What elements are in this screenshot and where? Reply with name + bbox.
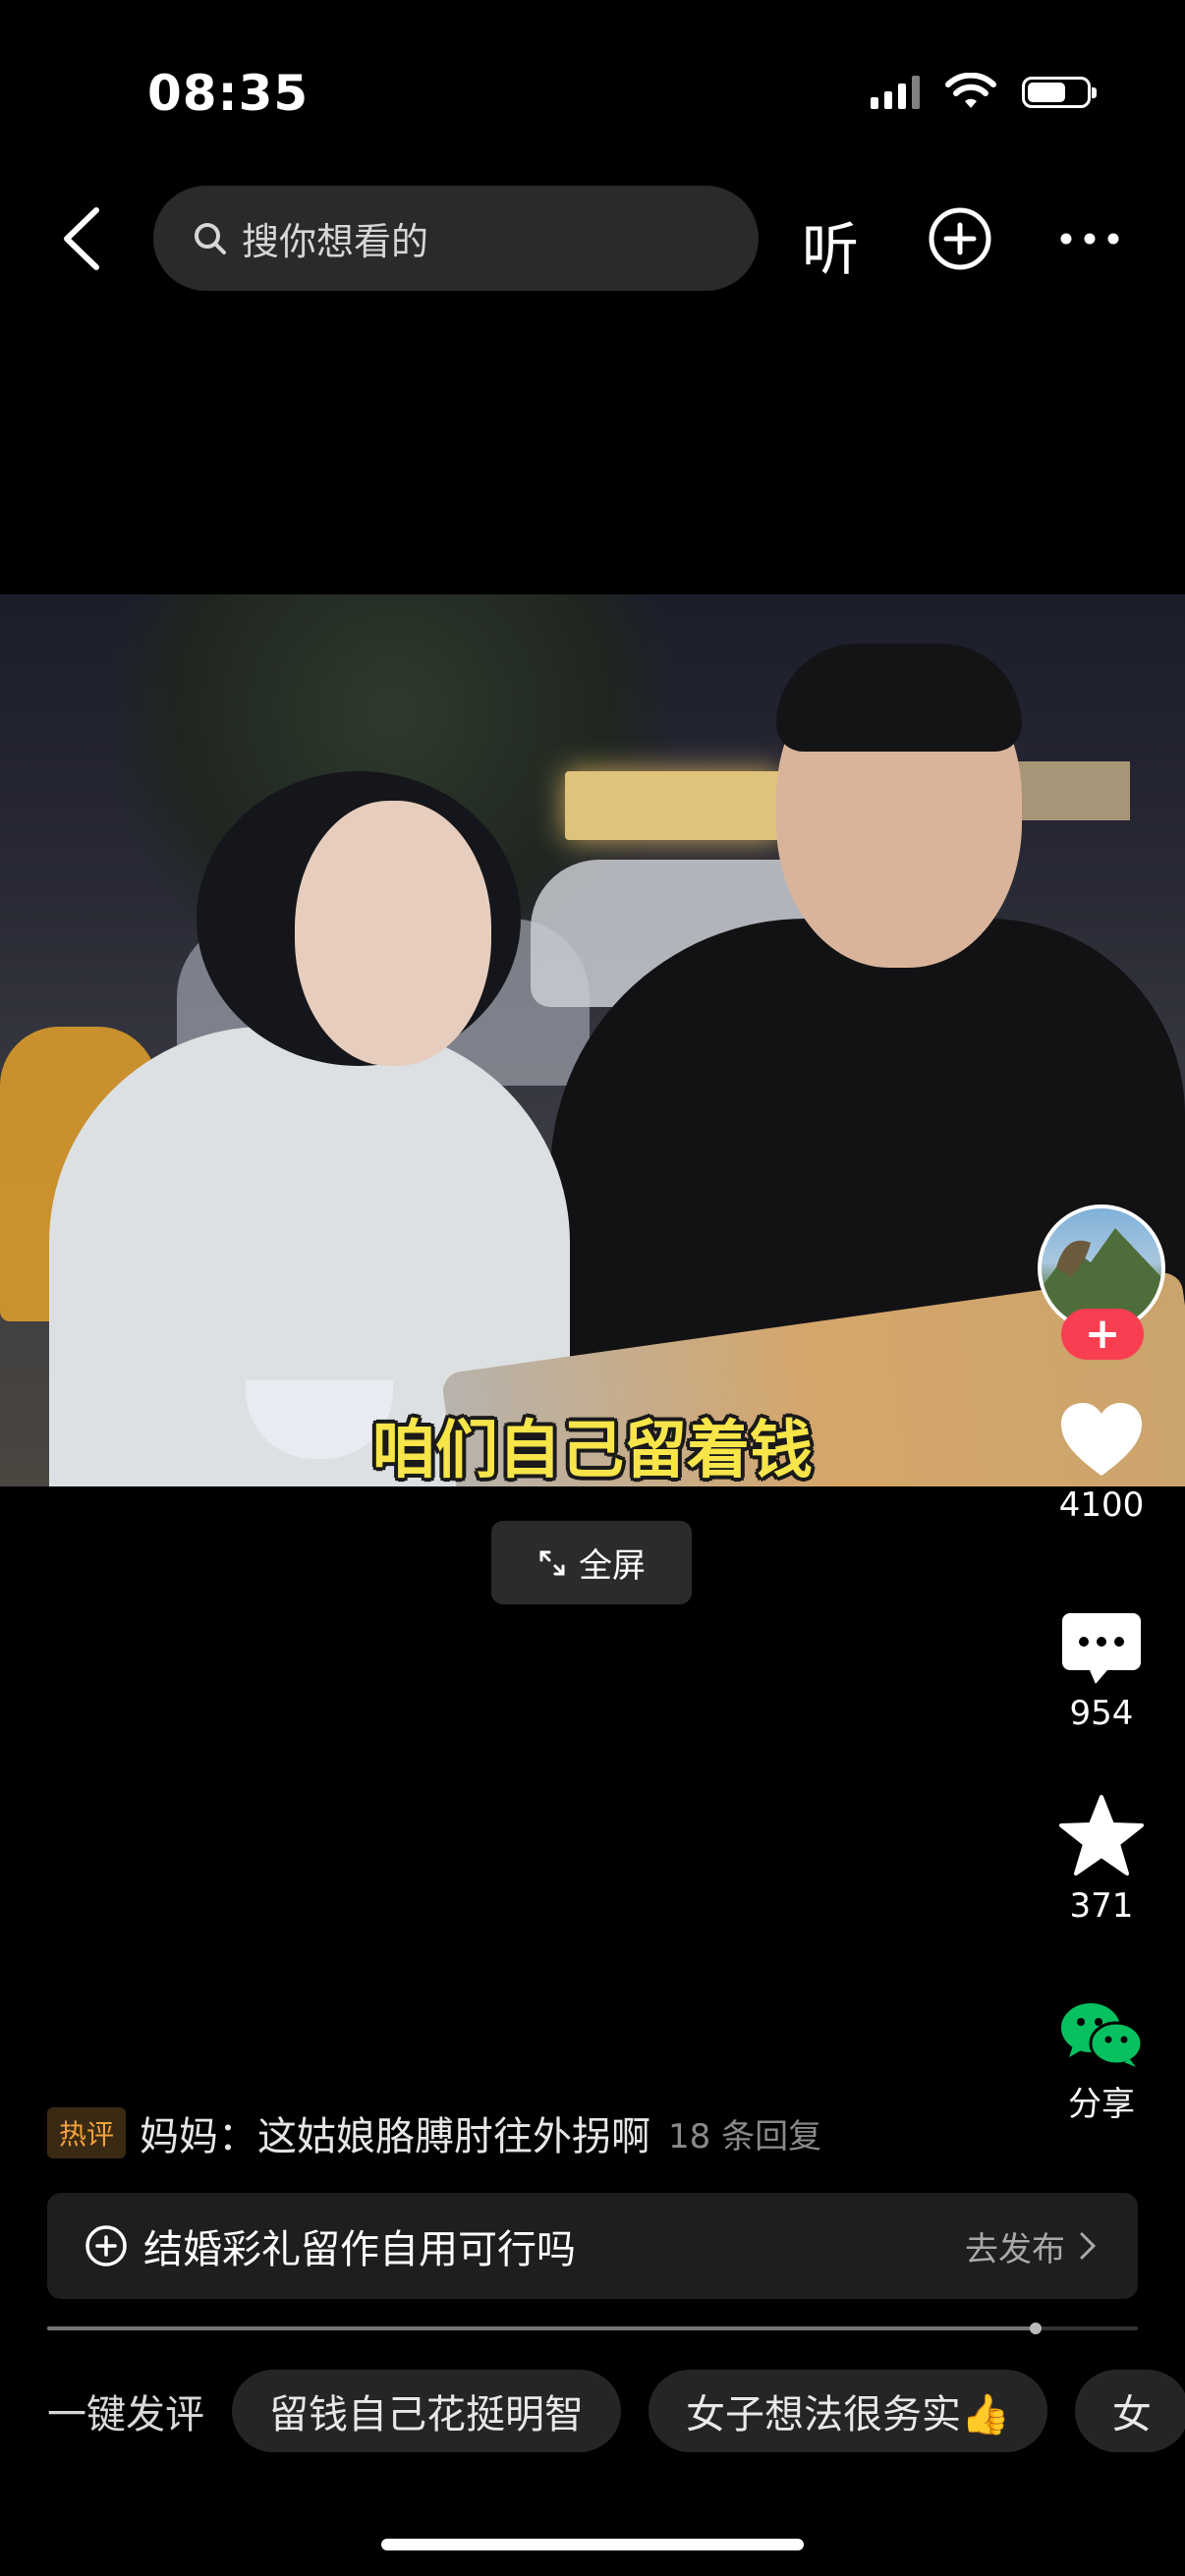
video-player[interactable]: 咱们自己留着钱 [0,594,1185,1486]
share-label: 分享 [1068,2085,1135,2124]
video-scene-sign [565,771,781,840]
quick-comment-row: 一键发评 留钱自己花挺明智 女子想法很务实👍 女 [47,2370,1185,2452]
add-topic-icon [85,2225,127,2267]
hot-comment-replies[interactable]: 18 条回复 [668,2109,821,2157]
video-progress-fill [47,2326,1036,2330]
favorite-action[interactable]: 371 [1028,1794,1175,1926]
fullscreen-button[interactable]: 全屏 [491,1521,692,1604]
quick-comment-label: 一键发评 [47,2392,204,2437]
heart-icon [1061,1403,1142,1476]
video-scene-woman-face [295,801,491,1066]
fullscreen-label: 全屏 [579,1546,646,1586]
video-subtitle: 咱们自己留着钱 [372,1415,813,1486]
wechat-icon [1061,2003,1144,2067]
battery-icon [1022,77,1097,108]
publish-label: 去发布 [965,2229,1065,2269]
comment-bubble-icon [1062,1613,1141,1684]
wifi-icon [945,73,996,108]
quick-comment-chip[interactable]: 女子想法很务实👍 [649,2370,1047,2452]
status-time: 08:35 [147,65,310,122]
publish-link[interactable]: 去发布 [965,2222,1097,2270]
follow-button[interactable]: + [1061,1309,1144,1360]
hot-comment-text: 妈妈：这姑娘胳膊肘往外拐啊 [140,2114,651,2159]
quick-comment-chip[interactable]: 留钱自己花挺明智 [232,2370,621,2452]
expand-icon [539,1550,565,1575]
hot-comment[interactable]: 热评 妈妈：这姑娘胳膊肘往外拐啊 18 条回复 [47,2104,821,2161]
topic-text: 结婚彩礼留作自用可行吗 [143,2227,576,2272]
search-icon [195,222,226,254]
video-progress-knob[interactable] [1029,2323,1042,2334]
add-circle-icon[interactable] [928,206,992,271]
listen-button[interactable]: 听 [802,203,859,286]
search-placeholder: 搜你想看的 [242,220,429,263]
back-arrow-icon[interactable] [59,206,106,271]
chevron-right-icon [1080,2232,1097,2260]
quick-comment-chip[interactable]: 女 [1074,2370,1185,2452]
more-icon[interactable] [1057,222,1122,255]
like-action[interactable]: 4100 [1028,1401,1175,1525]
topic-bar[interactable]: 结婚彩礼留作自用可行吗 去发布 [47,2193,1138,2299]
comment-count: 954 [1069,1694,1134,1733]
like-count: 4100 [1058,1485,1145,1525]
home-indicator[interactable] [381,2539,804,2550]
video-progress-bar[interactable] [47,2323,1138,2334]
cellular-signal-icon [871,76,920,109]
hot-comment-badge: 热评 [47,2107,127,2158]
search-bar[interactable]: 搜你想看的 [153,186,759,291]
status-icons [871,73,1097,112]
favorite-count: 371 [1069,1886,1134,1926]
comment-action[interactable]: 954 [1028,1611,1175,1733]
star-icon [1059,1795,1144,1876]
share-action[interactable]: 分享 [1028,2000,1175,2125]
video-scene-man-hair [776,644,1022,752]
